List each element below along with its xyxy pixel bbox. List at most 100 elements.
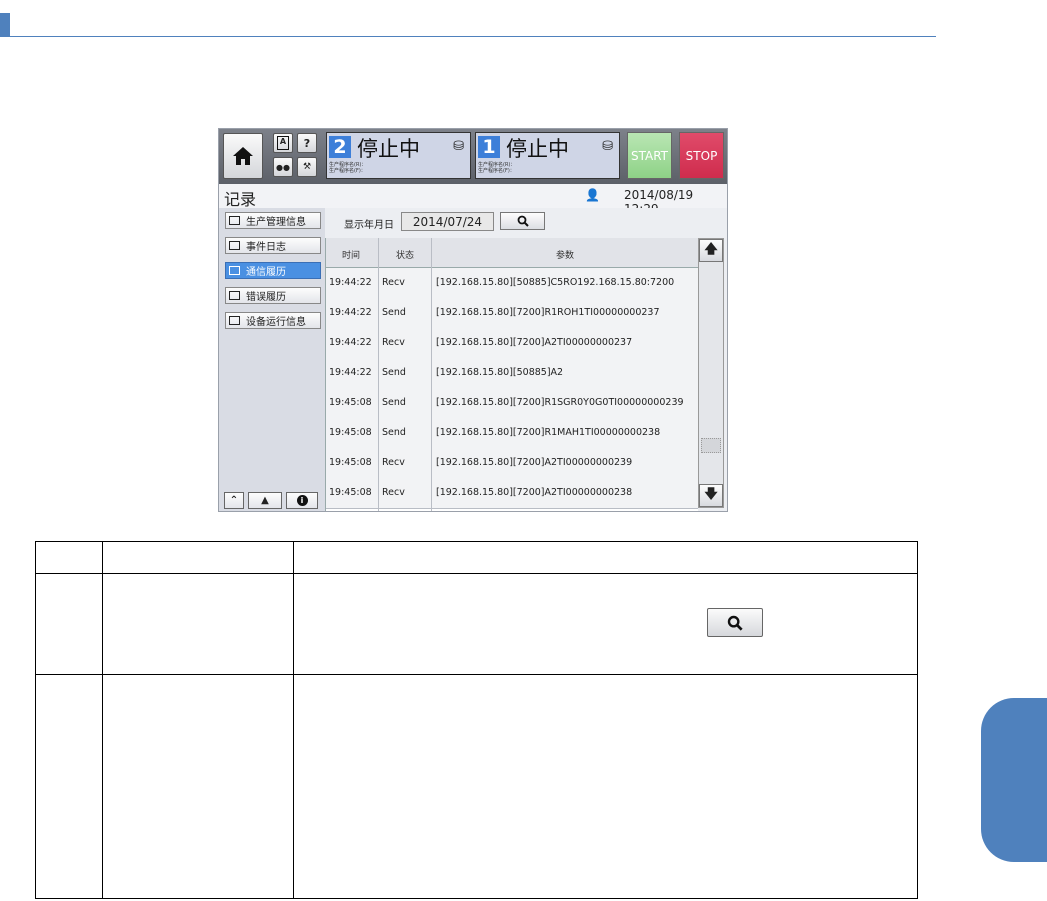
- info-button[interactable]: i: [286, 492, 318, 509]
- hmi-screen: A ? ●● ⚒ 2 停止中 ⛁ 生产程序名(R)： 生产程序名(F)： 1 停…: [218, 128, 728, 512]
- double-chevron-up-icon: ⌃: [229, 495, 239, 506]
- search-icon: [727, 615, 743, 631]
- channel-2-program-icon: ⛁: [453, 139, 464, 154]
- title-bar: 记录 👤 2014/08/19 12:29: [219, 184, 727, 216]
- table-rule: [293, 541, 294, 899]
- sidebar-item-label: 事件日志: [246, 242, 286, 253]
- table-rule: [35, 573, 918, 574]
- tool-button[interactable]: ⚒: [297, 157, 317, 177]
- row-status: Recv: [382, 487, 405, 498]
- sidebar-item-label: 设备运行信息: [246, 317, 306, 328]
- table-row[interactable]: 19:45:08 Send [192.168.15.80][7200]R1SGR…: [326, 388, 698, 419]
- table-row[interactable]: 19:45:08 Recv [192.168.15.80][7200]A2TI0…: [326, 478, 698, 509]
- top-toolbar: A ? ●● ⚒ 2 停止中 ⛁ 生产程序名(R)： 生产程序名(F)： 1 停…: [219, 129, 727, 184]
- sidebar-item-label: 生产管理信息: [246, 217, 306, 228]
- row-time: 19:45:08: [329, 397, 372, 408]
- column-header-time: 时间: [342, 251, 361, 261]
- row-status: Send: [382, 307, 406, 318]
- channel-2-programs: 生产程序名(R)： 生产程序名(F)：: [329, 162, 366, 174]
- column-header-status: 状态: [396, 251, 415, 261]
- channel-1-program-f: 生产程序名(F)：: [478, 168, 515, 174]
- table-row[interactable]: 19:44:22 Send [192.168.15.80][50885]A2: [326, 358, 698, 389]
- row-time: 19:44:22: [329, 337, 372, 348]
- sidebar-item-error-history[interactable]: 错误履历: [225, 287, 321, 304]
- column-divider: [431, 238, 432, 511]
- arrow-up-icon: 🡅: [704, 241, 718, 257]
- sidebar-item-production-info[interactable]: 生产管理信息: [225, 212, 321, 229]
- scroll-thumb[interactable]: [701, 438, 721, 453]
- help-icon: ?: [303, 136, 311, 150]
- row-param: [192.168.15.80][50885]C5RO192.168.15.80:…: [436, 277, 675, 288]
- channel-2-state: 停止中: [357, 137, 420, 161]
- mode-a-button[interactable]: A: [273, 133, 293, 153]
- table-row[interactable]: 19:44:22 Recv [192.168.15.80][7200]A2TI0…: [326, 328, 698, 359]
- warning-icon: ▲: [261, 495, 269, 506]
- date-label: 显示年月日: [344, 220, 394, 231]
- sidebar-item-event-log[interactable]: 事件日志: [225, 237, 321, 254]
- channel-2-panel[interactable]: 2 停止中 ⛁ 生产程序名(R)： 生产程序名(F)：: [326, 132, 471, 179]
- row-time: 19:44:22: [329, 307, 372, 318]
- mode-a-icon: A: [277, 136, 289, 150]
- sidebar-item-label: 错误履历: [246, 292, 286, 303]
- row-time: 19:44:22: [329, 277, 372, 288]
- row-param: [192.168.15.80][7200]R1MAH1TI00000000238: [436, 427, 661, 438]
- search-icon: [517, 215, 529, 227]
- channel-1-state: 停止中: [506, 137, 569, 161]
- row-status: Recv: [382, 337, 405, 348]
- row-time: 19:45:08: [329, 487, 372, 498]
- table-rule: [102, 541, 103, 899]
- error-history-icon: [229, 291, 240, 300]
- event-log-icon: [229, 241, 240, 250]
- channel-1-number: 1: [478, 136, 500, 158]
- info-icon: i: [296, 495, 308, 506]
- collapse-button[interactable]: ⌃: [224, 492, 244, 509]
- row-status: Send: [382, 397, 406, 408]
- sidebar-item-comm-history[interactable]: 通信履历: [225, 262, 321, 279]
- table-row[interactable]: 19:45:08 Send [192.168.15.80][7200]R1MAH…: [326, 418, 698, 449]
- table-scrollbar[interactable]: 🡅 🡇: [698, 238, 724, 508]
- help-button[interactable]: ?: [297, 133, 317, 153]
- row-status: Recv: [382, 277, 405, 288]
- row-status: Recv: [382, 457, 405, 468]
- home-button[interactable]: [223, 133, 263, 179]
- table-rule: [35, 541, 36, 899]
- operator-button[interactable]: ●●: [273, 157, 293, 177]
- page-title: 记录: [224, 190, 257, 209]
- date-field[interactable]: 2014/07/24: [401, 212, 494, 231]
- table-rule: [35, 898, 918, 899]
- sidebar-item-device-info[interactable]: 设备运行信息: [225, 312, 321, 329]
- start-button[interactable]: START: [627, 132, 672, 179]
- operators-icon: ●●: [276, 162, 290, 172]
- header-accent-bar: [0, 13, 10, 37]
- channel-1-program-icon: ⛁: [602, 139, 613, 154]
- row-time: 19:44:22: [329, 367, 372, 378]
- row-param: [192.168.15.80][7200]A2TI00000000237: [436, 337, 633, 348]
- table-row[interactable]: 19:44:22 Send [192.168.15.80][7200]R1ROH…: [326, 298, 698, 329]
- row-param: [192.168.15.80][7200]A2TI00000000239: [436, 457, 633, 468]
- arrow-down-icon: 🡇: [704, 486, 718, 502]
- sidebar-item-label: 通信履历: [246, 267, 286, 278]
- table-rule: [35, 541, 918, 542]
- sidebar: 生产管理信息 事件日志 通信履历 错误履历 设备运行信息 ⌃ ▲ i: [219, 208, 325, 511]
- row-time: 19:45:08: [329, 427, 372, 438]
- channel-2-number: 2: [329, 136, 351, 158]
- row-param: [192.168.15.80][50885]A2: [436, 367, 564, 378]
- row-status: Send: [382, 427, 406, 438]
- stop-button[interactable]: STOP: [679, 132, 724, 179]
- search-button-illustration: [707, 608, 763, 637]
- user-icon[interactable]: 👤: [585, 188, 600, 202]
- scroll-up-button[interactable]: 🡅: [699, 239, 723, 262]
- table-row[interactable]: 19:44:22 Recv [192.168.15.80][50885]C5RO…: [326, 268, 698, 299]
- row-time: 19:45:08: [329, 457, 372, 468]
- table-rule: [35, 674, 918, 675]
- header-rule: [10, 36, 936, 37]
- table-row[interactable]: 19:45:08 Recv [192.168.15.80][7200]A2TI0…: [326, 448, 698, 479]
- search-button[interactable]: [500, 212, 545, 230]
- chapter-side-tab: [981, 698, 1047, 862]
- channel-1-panel[interactable]: 1 停止中 ⛁ 生产程序名(R)： 生产程序名(F)：: [475, 132, 620, 179]
- row-status: Send: [382, 367, 406, 378]
- alarm-button[interactable]: ▲: [248, 492, 282, 509]
- table-rule: [917, 541, 918, 899]
- column-divider: [378, 238, 379, 511]
- scroll-down-button[interactable]: 🡇: [699, 484, 723, 507]
